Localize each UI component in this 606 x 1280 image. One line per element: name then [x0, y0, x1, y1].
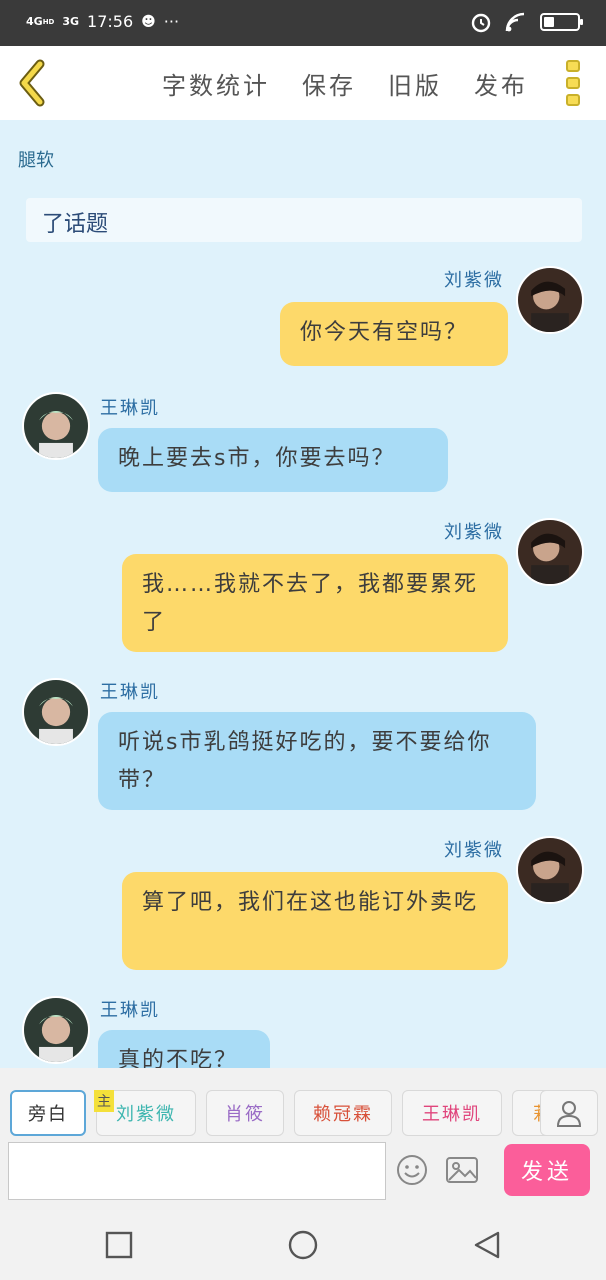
home-button[interactable]	[288, 1230, 318, 1260]
avatar[interactable]	[22, 678, 90, 746]
chat-area[interactable]: 腿软 了话题 刘紫微 你今天有空吗？ 王琳凯 晚上要去s市，你要去吗？ 刘紫微 …	[0, 120, 606, 1068]
role-label: 王琳凯	[422, 1104, 482, 1125]
publish-button[interactable]: 发布	[474, 66, 528, 101]
status-bar: 4GHD 3G 17:56 ☻ ···	[0, 0, 606, 46]
note-card[interactable]: 了话题	[26, 198, 582, 242]
note-text: 了话题	[42, 212, 109, 237]
message-bubble[interactable]: 真的不吃？	[98, 1030, 270, 1068]
system-nav-bar	[0, 1210, 606, 1280]
role-chip-lai-guanlin[interactable]: 赖冠霖	[294, 1090, 392, 1136]
person-icon	[556, 1101, 582, 1127]
message-text: 算了吧，我们在这也能订外卖吃	[142, 890, 479, 915]
avatar[interactable]	[516, 266, 584, 334]
main-role-tag: 主	[94, 1090, 114, 1112]
role-label: 刘紫微	[116, 1104, 176, 1125]
avatar[interactable]	[516, 836, 584, 904]
circle-icon	[288, 1230, 318, 1260]
image-button[interactable]	[445, 1154, 479, 1186]
role-chip-wang-linkai[interactable]: 王琳凯	[402, 1090, 502, 1136]
role-label: 旁白	[28, 1104, 68, 1125]
triangle-back-icon	[474, 1231, 500, 1259]
message-bubble[interactable]: 晚上要去s市，你要去吗？	[98, 428, 448, 492]
message-bubble[interactable]: 你今天有空吗？	[280, 302, 508, 366]
avatar[interactable]	[516, 518, 584, 586]
back-button[interactable]	[14, 58, 54, 108]
sender-name: 王琳凯	[100, 398, 160, 419]
message-text: 晚上要去s市，你要去吗？	[118, 446, 396, 471]
image-icon	[446, 1157, 478, 1183]
avatar[interactable]	[22, 996, 90, 1064]
smiley-icon	[397, 1155, 427, 1185]
emoji-button[interactable]	[396, 1154, 428, 1186]
chevron-left-icon	[19, 59, 45, 107]
message-text: 听说s市乳鸽挺好吃的，要不要给你带？	[118, 730, 492, 793]
notification-icon: ☻	[141, 13, 156, 30]
input-bar: 发送	[0, 1140, 606, 1210]
sender-name: 刘紫微	[444, 840, 504, 861]
message-bubble[interactable]: 我……我就不去了，我都要累死了	[122, 554, 508, 652]
chat-title: 腿软	[18, 150, 54, 171]
network-4g-indicator: 4GHD	[26, 14, 55, 28]
recents-button[interactable]	[104, 1230, 134, 1260]
battery-icon	[540, 13, 583, 31]
nav-back-button[interactable]	[472, 1230, 502, 1260]
network-3g-indicator: 3G	[62, 14, 80, 28]
send-button[interactable]: 发送	[504, 1144, 590, 1196]
message-text: 真的不吃？	[118, 1048, 239, 1068]
sender-name: 刘紫微	[444, 522, 504, 543]
more-menu-button[interactable]	[566, 60, 580, 106]
message-bubble[interactable]: 听说s市乳鸽挺好吃的，要不要给你带？	[98, 712, 536, 810]
message-text: 你今天有空吗？	[300, 320, 469, 345]
status-time: 17:56	[87, 12, 134, 31]
role-chip-narrator[interactable]: 旁白	[10, 1090, 86, 1136]
wifi-icon	[505, 12, 525, 32]
status-more: ···	[163, 12, 180, 31]
message-bubble[interactable]: 算了吧，我们在这也能订外卖吃	[122, 872, 508, 970]
sender-name: 王琳凯	[100, 682, 160, 703]
avatar[interactable]	[22, 392, 90, 460]
sender-name: 刘紫微	[444, 270, 504, 291]
message-text: 我……我就不去了，我都要累死了	[142, 572, 479, 635]
old-version-button[interactable]: 旧版	[388, 66, 442, 101]
send-label: 发送	[520, 1160, 573, 1185]
square-icon	[105, 1231, 133, 1259]
save-button[interactable]: 保存	[302, 66, 356, 101]
role-label: 赖冠霖	[313, 1104, 373, 1125]
alarm-icon	[471, 13, 491, 33]
app-bar: 字数统计 保存 旧版 发布	[0, 46, 606, 120]
sender-name: 王琳凯	[100, 1000, 160, 1021]
word-count-button[interactable]: 字数统计	[162, 66, 270, 101]
add-role-button[interactable]	[540, 1090, 598, 1136]
role-selector-bar: 旁白 刘紫微 主 肖筱 赖冠霖 王琳凯 莉	[0, 1068, 606, 1140]
role-chip-xiao-xiao[interactable]: 肖筱	[206, 1090, 284, 1136]
message-input[interactable]	[8, 1142, 386, 1200]
role-label: 肖筱	[225, 1104, 265, 1125]
